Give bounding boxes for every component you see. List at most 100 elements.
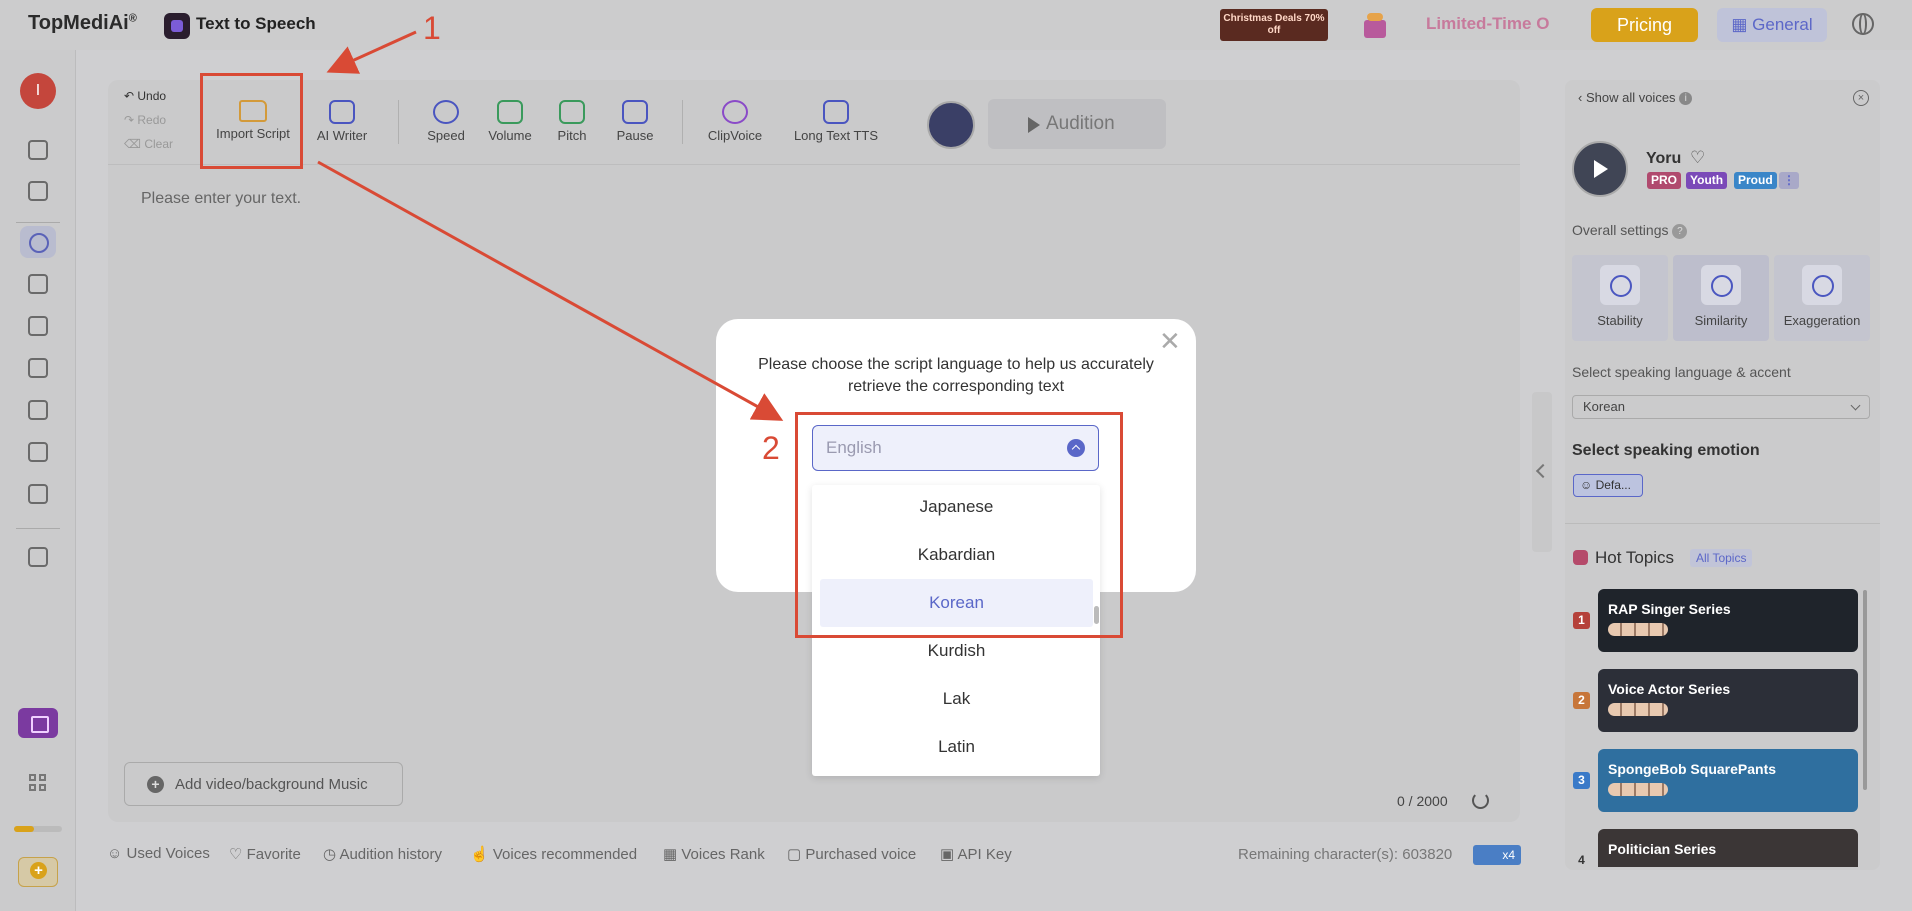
add-credits-button[interactable] (18, 857, 58, 887)
topics-scrollbar[interactable] (1863, 590, 1867, 790)
undo-button[interactable]: ↶ Undo (124, 89, 166, 103)
close-panel-icon[interactable]: × (1853, 90, 1869, 106)
clear-button[interactable]: ⌫ Clear (124, 137, 173, 151)
close-dialog-icon[interactable]: ✕ (1159, 328, 1181, 354)
sidebar-speaker-icon[interactable] (28, 484, 48, 504)
used-voices-link[interactable]: ☺ Used Voices (107, 845, 210, 862)
voices-rank-link[interactable]: ▦ Voices Rank (663, 845, 765, 863)
topic-rank: 2 (1573, 692, 1590, 709)
info-icon: i (1679, 92, 1693, 106)
tag-pro: PRO (1647, 172, 1682, 189)
remaining-characters: Remaining character(s): 603820 (1238, 846, 1453, 863)
volume-icon (497, 100, 523, 124)
highlight-language-dropdown (795, 412, 1123, 638)
purchased-voice-link[interactable]: ▢ Purchased voice (787, 845, 916, 863)
ai-writer-icon (329, 100, 355, 124)
pause-button[interactable]: Pause (609, 100, 661, 143)
top-bar: TopMediAi® Text to Speech Christmas Deal… (0, 0, 1912, 50)
sidebar-briefcase-icon[interactable] (28, 547, 48, 567)
user-avatar[interactable]: I (20, 73, 56, 109)
apps-grid-icon[interactable] (29, 774, 47, 792)
globe-icon[interactable] (1852, 13, 1874, 35)
clipvoice-button[interactable]: ClipVoice (700, 100, 770, 143)
tag-proud: Proud (1734, 172, 1777, 189)
pitch-button[interactable]: Pitch (547, 100, 597, 143)
annotation-step-1: 1 (423, 10, 441, 46)
topic-card-voice-actor[interactable]: Voice Actor Series (1598, 669, 1858, 732)
api-key-link[interactable]: ▣ API Key (940, 845, 1012, 863)
sidebar-edit-icon[interactable] (28, 400, 48, 420)
pitch-icon (559, 100, 585, 124)
volume-button[interactable]: Volume (482, 100, 538, 143)
topic-card-rap-singer[interactable]: RAP Singer Series (1598, 589, 1858, 652)
language-accent-label: Select speaking language & accent (1572, 364, 1791, 380)
dialog-title: Please choose the script language to hel… (758, 356, 1154, 395)
sidebar-document-icon[interactable] (28, 442, 48, 462)
redo-button[interactable]: ↷ Redo (124, 113, 166, 127)
speed-icon (433, 100, 459, 124)
stability-setting[interactable]: Stability (1572, 255, 1668, 341)
hot-topics-icon (1573, 550, 1588, 565)
hot-topics-title: Hot Topics (1595, 548, 1675, 567)
limited-time-offer-text[interactable]: Limited-Time O (1426, 14, 1549, 34)
topic-rank: 3 (1573, 772, 1590, 789)
tag-youth: Youth (1686, 172, 1728, 189)
long-text-tts-button[interactable]: Long Text TTS (790, 100, 882, 143)
pause-icon (622, 100, 648, 124)
speed-button[interactable]: Speed (420, 100, 472, 143)
all-topics-link[interactable]: All Topics (1690, 549, 1753, 567)
topic-card-politician[interactable]: Politician Series (1598, 829, 1858, 867)
voice-avatar-play[interactable] (1572, 141, 1628, 197)
stability-icon (1600, 265, 1640, 305)
add-background-music-button[interactable]: Add video/background Music (124, 762, 403, 806)
language-option-latin[interactable]: Latin (820, 723, 1093, 771)
selected-voice-thumbnail[interactable] (927, 101, 975, 149)
character-counter: 0 / 2000 (1397, 793, 1448, 809)
panel-divider (1565, 523, 1880, 524)
more-options-icon[interactable]: ⋮ (1779, 172, 1799, 189)
general-button[interactable]: ▦ General (1717, 8, 1827, 42)
toolbar-divider-line (108, 164, 1520, 165)
gift-icon[interactable] (1362, 8, 1388, 40)
multiplier-badge[interactable]: x4 (1473, 845, 1521, 865)
favorite-link[interactable]: ♡ Favorite (229, 845, 301, 863)
refresh-icon[interactable] (1472, 792, 1489, 809)
text-to-speech-app-icon (164, 13, 190, 39)
collapse-panel-handle[interactable] (1532, 392, 1552, 552)
favorite-heart-icon[interactable]: ♡ (1690, 148, 1705, 168)
topic-rank: 4 (1578, 853, 1585, 867)
sidebar-text-to-speech-icon[interactable] (20, 226, 56, 258)
toolbar-divider (398, 100, 399, 144)
overall-settings-label: Overall settings ? (1572, 222, 1688, 239)
language-option-lak[interactable]: Lak (820, 675, 1093, 723)
ai-writer-button[interactable]: AI Writer (310, 100, 374, 143)
emotion-default-chip[interactable]: ☺ Defa... (1573, 474, 1643, 497)
sidebar-divider (16, 222, 60, 223)
pricing-button[interactable]: Pricing (1591, 8, 1698, 42)
exaggeration-icon (1802, 265, 1842, 305)
similarity-setting[interactable]: Similarity (1673, 255, 1769, 341)
sidebar-discover-icon[interactable] (28, 140, 48, 160)
text-input-area[interactable]: Please enter your text. (141, 190, 301, 208)
emotion-label: Select speaking emotion (1572, 442, 1760, 459)
language-accent-select[interactable]: Korean (1572, 395, 1870, 419)
christmas-deal-banner[interactable]: Christmas Deals 70% off (1220, 9, 1328, 41)
topic-card-spongebob[interactable]: SpongeBob SquarePants (1598, 749, 1858, 812)
sidebar-divider (16, 528, 60, 529)
sidebar-voice-changer-icon[interactable] (28, 274, 48, 294)
long-text-icon (823, 100, 849, 124)
audition-button[interactable]: Audition (988, 99, 1166, 149)
sidebar-folder-icon[interactable] (28, 181, 48, 201)
show-all-voices-link[interactable]: ‹ Show all voices i (1578, 90, 1693, 106)
sidebar-voice-clone-icon[interactable] (28, 316, 48, 336)
help-icon: ? (1672, 223, 1688, 239)
sidebar-microphone-icon[interactable] (28, 358, 48, 378)
voice-name: Yoru (1646, 150, 1682, 167)
calendar-icon[interactable] (18, 708, 58, 738)
logo[interactable]: TopMediAi® (28, 12, 137, 35)
app-title: Text to Speech (196, 14, 316, 33)
highlight-import-script (200, 73, 303, 169)
exaggeration-setting[interactable]: Exaggeration (1774, 255, 1870, 341)
voices-recommended-link[interactable]: ☝ Voices recommended (470, 845, 637, 863)
audition-history-link[interactable]: ◷ Audition history (323, 845, 442, 863)
